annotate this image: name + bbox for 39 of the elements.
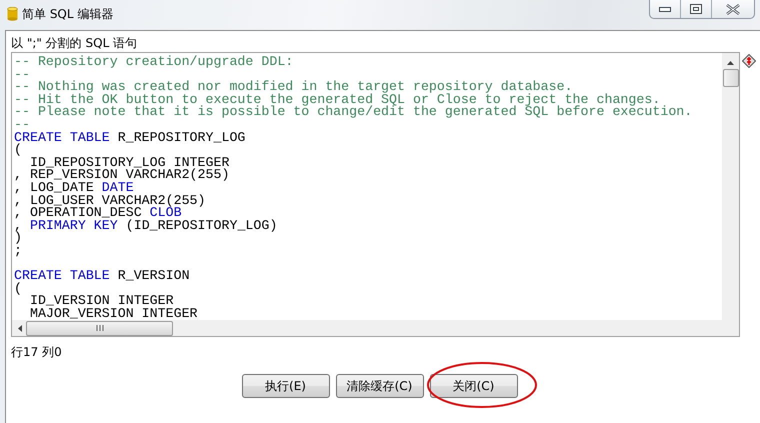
code-line: -- Please note that it is possible to change/edit the generated SQL before execution. [14,106,694,119]
code-line: -- Nothing was created nor modified in the target repository database. [14,81,573,94]
vertical-scrollbar[interactable] [722,53,739,320]
code-line: CREATE TABLE R_REPOSITORY_LOG [14,132,246,144]
editor-label: 以 ";" 分割的 SQL 语句 [11,35,138,52]
code-line: CREATE TABLE R_VERSION [14,270,191,283]
sql-editor[interactable] [11,52,740,337]
code-line: -- Hit the OK button to execute the generated SQL or Close to reject the changes. [14,94,660,106]
code-line: ( [14,144,23,157]
code-line: , PRIMARY KEY (ID_REPOSITORY_LOG) [14,220,278,232]
scroll-left-arrow-icon[interactable] [18,324,22,332]
minimize-icon [659,6,671,12]
scroll-thumb[interactable] [722,69,738,87]
code-line: MAJOR_VERSION INTEGER [28,308,199,320]
cursor-position: 行17 列0 [11,344,63,361]
code-line: ID_VERSION INTEGER [28,295,174,308]
code-line: -- Repository creation/upgrade DDL: [14,56,294,69]
code-line: -- [14,118,31,132]
window-title: 简单 SQL 编辑器 [22,6,114,23]
code-line: -- [14,68,31,82]
code-line: ( [14,282,23,296]
scroll-thumb[interactable] [26,320,173,336]
dialog-button[interactable]: 关闭(C) [430,374,518,398]
close-icon [726,4,740,14]
code-line: , LOG_DATE DATE [14,182,134,195]
database-icon [7,7,18,21]
grip-icon [96,325,104,331]
code-line: ) [14,232,23,245]
dialog-button[interactable]: 执行(E) [242,374,330,398]
horizontal-scrollbar[interactable] [12,320,739,336]
code-line: , OPERATION_DESC CLOB [14,207,182,220]
maximize-icon [690,4,702,14]
warning-diamond-icon [742,54,756,68]
code-line: ID_REPOSITORY_LOG INTEGER [28,156,230,170]
code-line: ; [14,244,23,258]
dialog-button[interactable]: 清除缓存(C) [336,374,424,398]
code-line: , LOG_USER VARCHAR2(255) [14,194,207,208]
scroll-up-arrow-icon[interactable] [727,61,734,65]
code-line: , REP_VERSION VARCHAR2(255) [14,169,230,182]
